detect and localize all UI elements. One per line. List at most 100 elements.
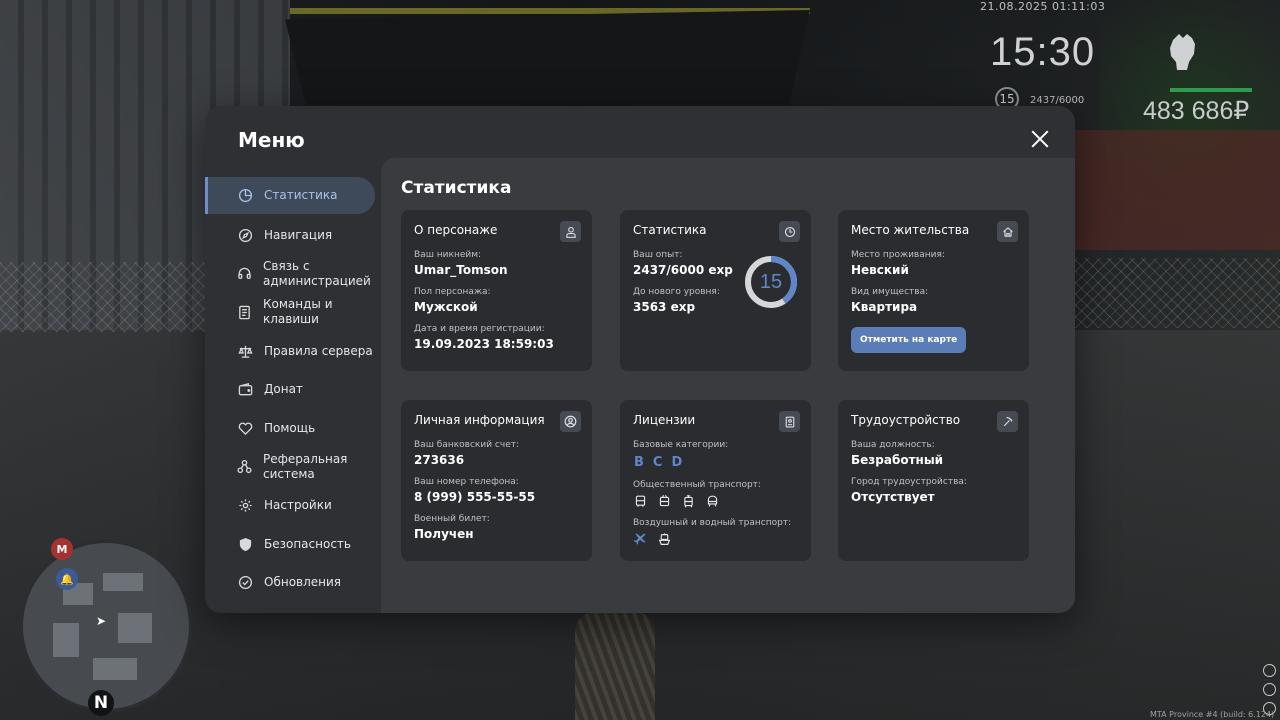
hud-money: 483 686₽ [1143, 97, 1250, 125]
background-fence-left [0, 262, 215, 332]
sidebar-item-label: Донат [264, 382, 303, 397]
sidebar-item-label: Команды и клавиши [263, 297, 333, 327]
base-categories-label: Базовые категории: [633, 440, 729, 450]
sidebar: Статистика Навигация Связь с администрац… [205, 177, 381, 602]
wallet-icon [237, 382, 253, 398]
work-city-label: Город трудоустройства: [851, 477, 967, 487]
content-panel: Статистика О персонаже Ваш никнейм: Umar… [381, 158, 1075, 613]
map-block [93, 658, 137, 680]
hud-exp: 2437/6000 [1030, 95, 1085, 106]
background-fence-right [1075, 258, 1280, 328]
scales-icon [237, 343, 253, 359]
headset-icon [237, 266, 252, 282]
user-circle-icon [560, 411, 581, 432]
sidebar-item-label: Навигация [264, 227, 333, 242]
player-character [575, 612, 655, 720]
mark-on-map-button[interactable]: Отметить на карте [851, 327, 967, 353]
sidebar-item-admin-contact[interactable]: Связь с администрацией [205, 255, 381, 294]
sidebar-item-label: Связь с администрацией [263, 258, 371, 288]
pie-chart-icon [237, 188, 253, 204]
sidebar-item-donate[interactable]: Донат [205, 370, 381, 409]
gender-value: Мужской [414, 300, 478, 314]
level-number: 15 [759, 270, 783, 293]
public-transport-label: Общественный транспорт: [633, 480, 761, 490]
microphone-icon [1263, 664, 1276, 677]
nickname-value: Umar_Tomson [414, 263, 508, 277]
sidebar-item-navigation[interactable]: Навигация [205, 216, 381, 255]
map-block [53, 623, 79, 657]
gear-icon [237, 497, 253, 513]
position-value: Безработный [851, 453, 944, 467]
sidebar-item-help[interactable]: Помощь [205, 409, 381, 448]
place-label: Место проживания: [851, 250, 945, 260]
target-icon [1263, 683, 1276, 696]
place-value: Невский [851, 263, 909, 277]
sidebar-item-updates[interactable]: Обновления [205, 563, 381, 602]
sidebar-item-referral[interactable]: Реферальная система [205, 448, 381, 487]
public-transport-icons [633, 494, 798, 508]
document-icon [237, 304, 252, 320]
clock-icon [779, 221, 800, 242]
card-title: О персонаже [414, 223, 498, 237]
build-info: MTA Province #4 (build: 6.124) [1150, 710, 1275, 719]
sidebar-item-commands[interactable]: Команды и клавиши [205, 293, 381, 332]
military-value: Получен [414, 527, 474, 541]
card-title: Лицензии [633, 413, 696, 427]
bank-value: 273636 [414, 453, 465, 467]
menu-modal: Меню Статистика Навигация Связь с админи… [205, 106, 1075, 613]
background-red-building [1070, 130, 1280, 250]
license-categories: B C D [633, 455, 798, 470]
sidebar-item-label: Реферальная система [263, 451, 348, 481]
card-title: Трудоустройство [851, 413, 961, 427]
hud-health-bar [1170, 88, 1252, 92]
map-block [103, 573, 143, 591]
boat-icon [657, 532, 671, 546]
sidebar-item-settings[interactable]: Настройки [205, 486, 381, 525]
bank-label: Ваш банковский счет: [414, 440, 520, 450]
air-water-label: Воздушный и водный транспорт: [633, 518, 792, 528]
property-label: Вид имущества: [851, 287, 929, 297]
page-title: Статистика [401, 178, 512, 198]
category-d: D [671, 455, 683, 470]
card-title: Личная информация [414, 413, 545, 427]
airplane-icon [633, 532, 647, 546]
card-personal-info: Личная информация Ваш банковский счет: 2… [401, 400, 592, 561]
military-label: Военный билет: [414, 514, 490, 524]
registration-value: 19.09.2023 18:59:03 [414, 337, 554, 351]
trolleybus-icon [657, 494, 671, 508]
pickaxe-icon [997, 411, 1018, 432]
card-statistics: Статистика Ваш опыт: 2437/6000 exp До но… [620, 210, 811, 371]
card-residence: Место жительства Место проживания: Невск… [838, 210, 1029, 371]
close-button[interactable] [1027, 126, 1053, 152]
phone-value: 8 (999) 555-55-55 [414, 490, 536, 504]
sidebar-item-rules[interactable]: Правила сервера [205, 332, 381, 371]
shield-icon [237, 536, 253, 552]
sidebar-item-statistics[interactable]: Статистика [205, 177, 375, 214]
sidebar-item-label: Статистика [264, 188, 338, 202]
position-label: Ваша должность: [851, 440, 935, 450]
sidebar-item-label: Обновления [264, 575, 342, 590]
home-icon [997, 221, 1018, 242]
menu-title: Меню [238, 128, 305, 152]
sidebar-item-label: Настройки [264, 497, 332, 512]
category-c: C [652, 455, 663, 470]
card-licenses: Лицензии Базовые категории: B C D Общест… [620, 400, 811, 561]
player-arrow-icon: ➤ [96, 614, 107, 628]
sidebar-item-security[interactable]: Безопасность [205, 525, 381, 564]
heart-hands-icon [237, 420, 253, 436]
property-value: Квартира [851, 300, 918, 314]
card-title: Место жительства [851, 223, 970, 237]
fist-icon [1165, 30, 1201, 70]
network-icon [237, 459, 252, 475]
background-roof [285, 10, 810, 105]
compass-icon [237, 227, 253, 243]
category-b: B [634, 455, 644, 470]
card-character: О персонаже Ваш никнейм: Umar_Tomson Пол… [401, 210, 592, 371]
id-card-icon [779, 411, 800, 432]
check-circle-icon [237, 575, 253, 591]
registration-label: Дата и время регистрации: [414, 324, 545, 334]
tram-icon [681, 494, 695, 508]
user-icon [560, 221, 581, 242]
hud-clock: 15:30 [990, 30, 1096, 74]
sidebar-item-label: Правила сервера [264, 343, 373, 358]
